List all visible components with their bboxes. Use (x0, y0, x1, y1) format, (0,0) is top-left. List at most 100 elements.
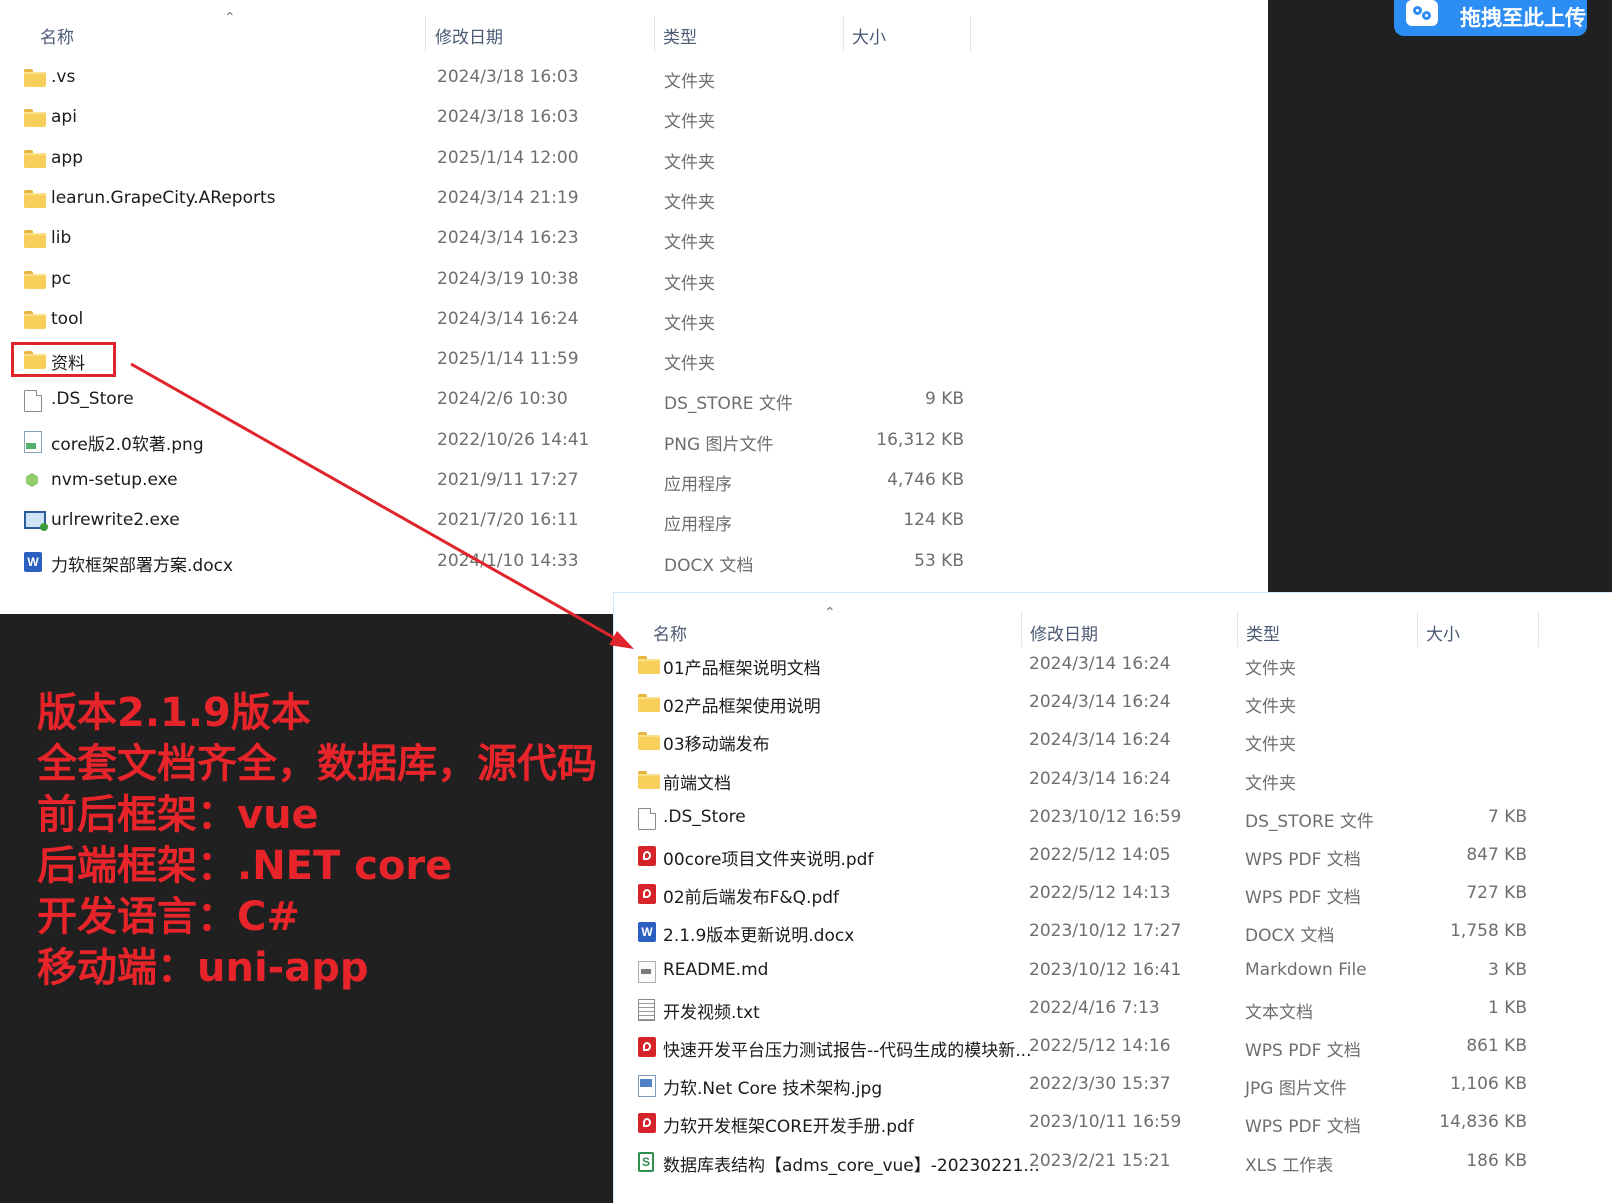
file-row[interactable]: 快速开发平台压力测试报告--代码生成的模块新... 2022/5/12 14:16… (614, 1029, 1612, 1067)
sort-ascending-icon: ⌃ (824, 605, 836, 621)
file-size: 124 KB (903, 510, 964, 531)
column-divider[interactable] (654, 16, 655, 52)
file-type: 文件夹 (664, 313, 715, 334)
file-size: 1 KB (1487, 997, 1527, 1018)
file-name: app (51, 147, 83, 168)
file-type: 文件夹 (664, 72, 715, 92)
word-icon: W (24, 551, 42, 572)
jpg-icon (638, 1075, 656, 1098)
column-divider[interactable] (1021, 611, 1022, 647)
file-type: 文件夹 (1245, 735, 1296, 756)
file-row[interactable]: 前端文档 2024/3/14 16:24 文件夹 (614, 762, 1612, 800)
file-type: DS_STORE 文件 (1245, 811, 1374, 832)
file-type: 应用程序 (664, 475, 732, 495)
file-row[interactable]: .DS_Store 2023/10/12 16:59 DS_STORE 文件 7 KB (614, 800, 1612, 838)
caption-line: 开发语言：C# (37, 894, 300, 940)
file-name: nvm-setup.exe (51, 470, 178, 490)
column-header-date[interactable]: 修改日期 (435, 23, 503, 48)
column-header-type[interactable]: 类型 (1246, 620, 1280, 645)
file-modified-date: 2024/3/18 16:03 (437, 107, 579, 128)
file-type: DOCX 文档 (1245, 926, 1335, 947)
file-row[interactable]: nvm-setup.exe 2021/9/11 17:27 应用程序 4,746 KB (0, 461, 1268, 501)
file-name: 开发视频.txt (663, 1002, 760, 1023)
file-row[interactable]: W 2.1.9版本更新说明.docx 2023/10/12 17:27 DOCX 文档… (614, 914, 1612, 952)
file-row[interactable]: .vs 2024/3/18 16:03 文件夹 (0, 58, 1268, 98)
column-divider[interactable] (1237, 611, 1238, 647)
file-size: 1,758 KB (1450, 921, 1527, 942)
column-header-date[interactable]: 修改日期 (1030, 620, 1098, 645)
file-type: 文件夹 (664, 152, 715, 173)
file-row[interactable]: 02产品框架使用说明 2024/3/14 16:24 文件夹 (614, 685, 1612, 723)
file-name: 快速开发平台压力测试报告--代码生成的模块新... (663, 1041, 1032, 1061)
file-row[interactable]: .DS_Store 2024/2/6 10:30 DS_STORE 文件 9 KB (0, 380, 1268, 420)
file-row[interactable]: learun.GrapeCity.AReports 2024/3/14 21:19… (0, 179, 1268, 219)
file-size: 186 KB (1466, 1150, 1527, 1171)
column-divider[interactable] (1538, 611, 1539, 647)
file-row[interactable]: 资料 2025/1/14 11:59 文件夹 (0, 340, 1268, 380)
caption-line: 全套文档齐全，数据库，源代码 (37, 741, 597, 787)
column-header-type[interactable]: 类型 (663, 23, 697, 48)
markdown-icon (638, 960, 656, 983)
upload-button-label: 拖拽至此上传 (1460, 6, 1586, 30)
column-header-name[interactable]: 名称 (653, 620, 687, 645)
file-modified-date: 2022/5/12 14:05 (1029, 845, 1171, 865)
drag-upload-button[interactable]: 拖拽至此上传 (1394, 0, 1587, 36)
folder-icon (638, 655, 660, 675)
file-modified-date: 2023/10/12 17:27 (1029, 921, 1182, 942)
file-name: 力软.Net Core 技术架构.jpg (663, 1079, 883, 1100)
folder-icon (24, 189, 46, 209)
file-row[interactable]: 开发视频.txt 2022/4/16 7:13 文本文档 1 KB (614, 991, 1612, 1029)
file-name: 力软框架部署方案.docx (51, 555, 234, 576)
file-row[interactable]: README.md 2023/10/12 16:41 Markdown File 3 … (614, 953, 1612, 991)
file-modified-date: 2025/1/14 11:59 (437, 349, 579, 370)
file-modified-date: 2024/3/14 16:24 (437, 308, 579, 329)
file-row[interactable]: W 力软框架部署方案.docx 2024/1/10 14:33 DOCX 文档 53 K… (0, 542, 1268, 582)
file-row[interactable]: core版2.0软著.png 2022/10/26 14:41 PNG 图片文件 16… (0, 421, 1268, 461)
file-size: 861 KB (1466, 1036, 1527, 1056)
file-row[interactable]: S 数据库表结构【adms_core_vue】-20230221... 2023/2… (614, 1144, 1612, 1182)
sort-ascending-icon: ⌃ (224, 10, 236, 26)
column-header-name[interactable]: 名称 (40, 23, 74, 48)
file-modified-date: 2024/3/14 16:23 (437, 228, 579, 249)
file-row[interactable]: lib 2024/3/14 16:23 文件夹 (0, 219, 1268, 259)
file-row[interactable]: urlrewrite2.exe 2021/7/20 16:11 应用程序 124 KB (0, 501, 1268, 541)
file-size: 1,106 KB (1450, 1074, 1527, 1095)
file-name: 03移动端发布 (663, 735, 770, 756)
explorer-window-bottom: ⌃ 名称 修改日期 类型 大小 01产品框架说明文档 2024/3/14 16:2… (613, 592, 1612, 1203)
pdf-icon (638, 884, 656, 905)
file-row[interactable]: app 2025/1/14 12:00 文件夹 (0, 139, 1268, 179)
file-name: 02前后端发布F&Q.pdf (663, 888, 840, 909)
column-divider[interactable] (1417, 611, 1418, 647)
file-name: core版2.0软著.png (51, 434, 204, 455)
text-file-icon (638, 998, 655, 1021)
file-row[interactable]: pc 2024/3/19 10:38 文件夹 (0, 260, 1268, 300)
file-type: WPS PDF 文档 (1245, 1041, 1361, 1061)
file-type: 文件夹 (664, 273, 715, 294)
folder-icon (638, 693, 660, 713)
file-row[interactable]: 力软.Net Core 技术架构.jpg 2022/3/30 15:37 JPG 图… (614, 1067, 1612, 1105)
cloud-upload-icon (1406, 0, 1438, 26)
column-divider[interactable] (425, 16, 426, 52)
file-type: WPS PDF 文档 (1245, 888, 1361, 909)
file-modified-date: 2024/1/10 14:33 (437, 550, 579, 571)
file-size: 3 KB (1487, 959, 1527, 980)
file-row[interactable]: 00core项目文件夹说明.pdf 2022/5/12 14:05 WPS PDF … (614, 838, 1612, 876)
file-row[interactable]: 力软开发框架CORE开发手册.pdf 2023/10/11 16:59 WPS PD… (614, 1105, 1612, 1143)
file-modified-date: 2024/3/14 16:24 (1029, 692, 1171, 713)
file-modified-date: 2024/3/19 10:38 (437, 268, 579, 289)
overlay-caption: 版本2.1.9版本 全套文档齐全，数据库，源代码 前后框架：vue 后端框架：.… (37, 688, 597, 994)
file-type: DOCX 文档 (664, 555, 754, 576)
file-type: DS_STORE 文件 (664, 394, 793, 415)
file-name: api (51, 107, 77, 128)
column-header-size[interactable]: 大小 (1426, 620, 1460, 645)
file-row[interactable]: 01产品框架说明文档 2024/3/14 16:24 文件夹 (614, 647, 1612, 685)
file-row[interactable]: api 2024/3/18 16:03 文件夹 (0, 98, 1268, 138)
column-header-size[interactable]: 大小 (852, 23, 886, 48)
word-icon: W (638, 922, 656, 943)
file-row[interactable]: 02前后端发布F&Q.pdf 2022/5/12 14:13 WPS PDF 文档 7… (614, 876, 1612, 914)
column-divider[interactable] (843, 16, 844, 52)
file-size: 847 KB (1466, 845, 1527, 865)
column-divider[interactable] (970, 16, 971, 52)
file-row[interactable]: tool 2024/3/14 16:24 文件夹 (0, 300, 1268, 340)
file-row[interactable]: 03移动端发布 2024/3/14 16:24 文件夹 (614, 723, 1612, 761)
